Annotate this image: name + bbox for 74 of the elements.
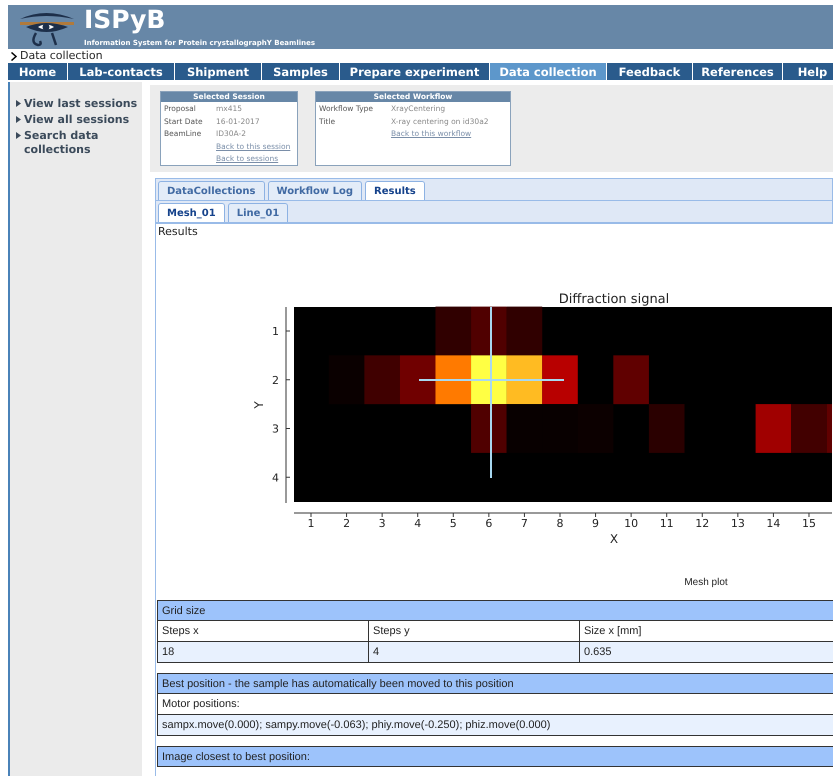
heatmap-cell (435, 355, 472, 404)
caret-icon (16, 116, 21, 123)
heatmap-cell (328, 355, 364, 404)
tab[interactable]: Workflow Log (268, 181, 362, 200)
y-axis-label: Y (252, 401, 266, 409)
caret-icon (11, 52, 17, 60)
table-cell: 18 (158, 642, 368, 662)
heatmap-cell (613, 355, 649, 404)
table-cell: Motor positions: (158, 694, 833, 714)
sidebar-link[interactable]: View all sessions (24, 113, 130, 127)
nav-tab[interactable]: Prepare experiment (340, 63, 490, 80)
table-cell: 4 (368, 642, 580, 662)
heatmap-cell (364, 355, 400, 404)
heatmap-cell (542, 404, 578, 453)
heatmap-cell (542, 355, 578, 404)
nav-tab[interactable]: Home (8, 63, 68, 80)
panel-label: Results (157, 224, 199, 240)
x-tick-label: 7 (520, 517, 528, 530)
nav-tab[interactable]: References (693, 63, 783, 80)
heatmap-cell (471, 404, 507, 453)
nav-tab[interactable]: Shipment (175, 63, 262, 80)
heatmap-cell (400, 355, 436, 404)
x-tick-label: 15 (802, 517, 816, 530)
table-cell: sampx.move(0.000); sampy.move(-0.063); phiy.move(-0.250); phiz.move(0.000) (158, 714, 833, 736)
breadcrumb: Data collection (20, 49, 103, 63)
x-axis-label: X (610, 532, 618, 546)
sidebar-link[interactable]: Search data collections (24, 129, 142, 157)
heatmap-cell (506, 404, 542, 453)
x-tick-label: 4 (414, 517, 422, 530)
table-cell: Size x [mm] (580, 620, 833, 642)
tab[interactable]: Mesh_01 (158, 203, 225, 222)
tab[interactable]: Line_01 (228, 203, 288, 222)
x-tick-label: 1 (308, 517, 314, 530)
y-tick-label: 2 (272, 374, 279, 387)
y-tick-label: 1 (272, 325, 279, 338)
x-tick-label: 5 (450, 517, 457, 530)
x-tick-label: 9 (592, 517, 600, 530)
sidebar-link[interactable]: View last sessions (24, 97, 138, 111)
x-tick-label: 11 (660, 517, 674, 530)
heatmap-cell (648, 404, 684, 453)
nav-tab[interactable]: Feedback (607, 63, 693, 80)
heatmap-cell (435, 306, 472, 356)
nav-tab[interactable]: Samples (262, 63, 340, 80)
tab[interactable]: Results (365, 181, 425, 200)
heatmap-cell (578, 404, 614, 453)
y-tick-label: 4 (272, 471, 279, 484)
x-tick-label: 10 (624, 517, 638, 530)
table-header: Image closest to best position: (158, 746, 833, 766)
caret-icon (16, 132, 21, 139)
x-tick-label: 6 (485, 517, 492, 530)
app-title: ISPyB (84, 6, 166, 34)
x-tick-label: 13 (730, 517, 745, 530)
heatmap-cell (791, 404, 827, 453)
heatmap-cell (506, 355, 542, 404)
x-tick-label: 14 (766, 517, 780, 530)
chart-title: Diffraction signal (558, 292, 670, 307)
table-header: Best position - the sample has automatically been moved to this position (158, 674, 833, 694)
x-tick-label: 12 (695, 517, 710, 530)
table-cell: Steps x (158, 620, 368, 642)
x-tick-label: 3 (378, 517, 386, 530)
nav-tab[interactable]: Lab-contacts (68, 63, 175, 80)
caret-icon (16, 100, 21, 107)
table-cell: 0.635 (580, 642, 833, 662)
plot-caption: Mesh plot (684, 577, 728, 588)
heatmap-cell (506, 306, 542, 356)
table-cell: Steps y (368, 620, 580, 642)
nav-tab[interactable]: Help (783, 63, 833, 80)
table-header: Grid size (158, 600, 833, 620)
heatmap-cell (756, 404, 792, 453)
x-tick-label: 2 (343, 517, 350, 530)
y-tick-label: 3 (272, 422, 279, 436)
x-tick-label: 8 (556, 517, 564, 530)
tab[interactable]: DataCollections (158, 181, 265, 200)
heatmap-cell (471, 306, 507, 356)
